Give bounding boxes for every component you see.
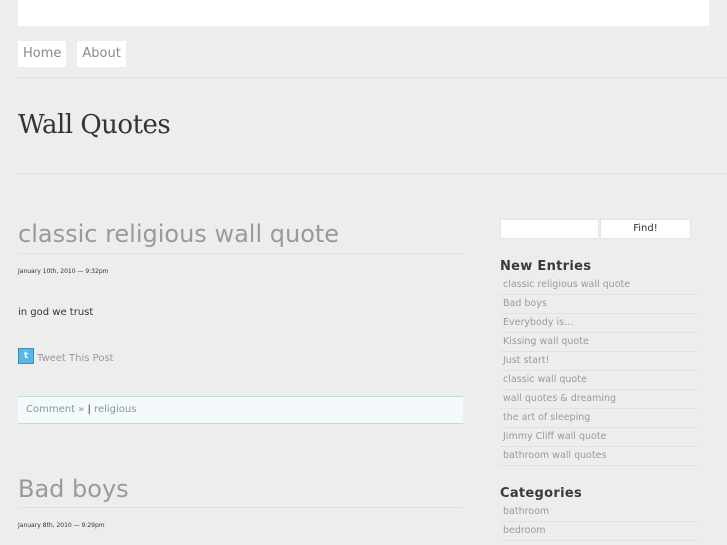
main-nav: Home About [18,41,126,67]
post-title[interactable]: Bad boys [18,475,129,503]
new-entries-heading: New Entries [500,259,592,274]
header-divider-bottom [18,173,727,175]
header-divider-top [18,77,727,79]
find-button[interactable]: Find! [600,219,691,239]
top-banner [18,0,709,26]
categories-heading: Categories [500,486,583,501]
categories-list: bathroom bedroom [500,503,698,541]
list-item[interactable]: bedroom [500,522,698,541]
nav-about-link[interactable]: About [77,41,126,67]
comment-link[interactable]: Comment » [26,404,84,415]
list-item[interactable]: bathroom wall quotes [500,447,698,466]
meta-separator: | [87,404,91,415]
post-date: January 8th, 2010 — 9:29pm [18,522,105,529]
post-title-divider [18,507,463,508]
list-item[interactable]: classic wall quote [500,371,698,390]
post-title-divider [18,253,463,254]
list-item[interactable]: Bad boys [500,295,698,314]
list-item[interactable]: the art of sleeping [500,409,698,428]
category-link[interactable]: religious [94,404,136,415]
list-item[interactable]: wall quotes & dreaming [500,390,698,409]
post-body: in god we trust [18,307,94,318]
list-item[interactable]: classic religious wall quote [500,276,698,295]
new-entries-list: classic religious wall quote Bad boys Ev… [500,276,698,466]
list-item[interactable]: Jimmy Cliff wall quote [500,428,698,447]
twitter-bird-icon[interactable]: t [18,348,34,364]
post-title[interactable]: classic religious wall quote [18,220,339,248]
list-item[interactable]: bathroom [500,503,698,522]
tweet-link[interactable]: Tweet This Post [37,353,114,364]
tweet-this-post[interactable]: t Tweet This Post [18,348,114,364]
list-item[interactable]: Just start! [500,352,698,371]
list-item[interactable]: Kissing wall quote [500,333,698,352]
nav-home-link[interactable]: Home [18,41,67,67]
search-input[interactable] [500,219,599,239]
post-meta-bar: Comment » | religious [18,396,463,424]
post-date: January 10th, 2010 — 9:32pm [18,268,109,275]
site-title[interactable]: Wall Quotes [18,110,171,140]
list-item[interactable]: Everybody is… [500,314,698,333]
